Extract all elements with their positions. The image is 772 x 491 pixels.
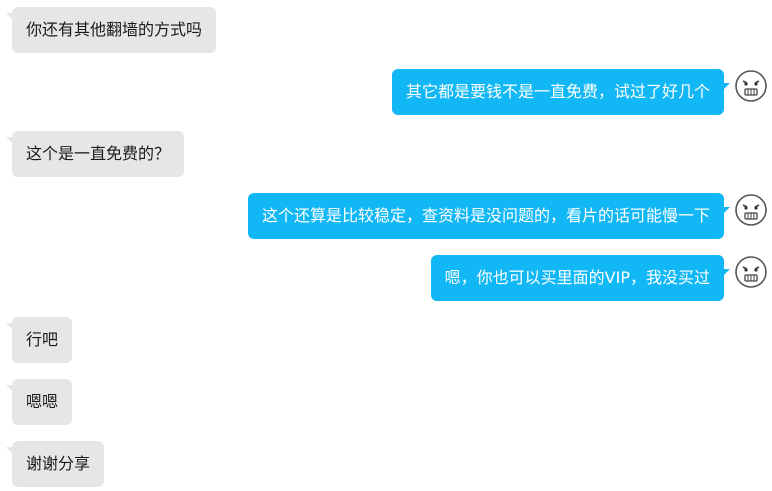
message-outgoing: 这个还算是比较稳定，查资料是没问题的，看片的话可能慢一下 bbox=[0, 193, 772, 239]
grimace-face-icon[interactable] bbox=[734, 255, 768, 289]
message-incoming: 你还有其他翻墙的方式吗 bbox=[0, 7, 772, 53]
message-bubble[interactable]: 这个是一直免费的？ bbox=[5, 131, 185, 177]
message-bubble[interactable]: 嗯嗯 bbox=[5, 379, 73, 425]
message-incoming: 行吧 bbox=[0, 317, 772, 363]
grimace-face-icon[interactable] bbox=[734, 193, 768, 227]
message-bubble[interactable]: 谢谢分享 bbox=[5, 441, 105, 487]
message-incoming: 谢谢分享 bbox=[0, 441, 772, 487]
grimace-face-icon[interactable] bbox=[734, 69, 768, 103]
message-bubble[interactable]: 你还有其他翻墙的方式吗 bbox=[5, 7, 217, 53]
message-bubble[interactable]: 嗯，你也可以买里面的VIP，我没买过 bbox=[430, 255, 731, 301]
message-outgoing: 嗯，你也可以买里面的VIP，我没买过 bbox=[0, 255, 772, 301]
message-incoming: 嗯嗯 bbox=[0, 379, 772, 425]
message-bubble[interactable]: 其它都是要钱不是一直免费，试过了好几个 bbox=[391, 69, 731, 115]
message-bubble[interactable]: 行吧 bbox=[5, 317, 73, 363]
message-bubble[interactable]: 这个还算是比较稳定，查资料是没问题的，看片的话可能慢一下 bbox=[247, 193, 731, 239]
message-outgoing: 其它都是要钱不是一直免费，试过了好几个 bbox=[0, 69, 772, 115]
chat-thread: 你还有其他翻墙的方式吗 其它都是要钱不是一直免费，试过了好几个 这个是一直免费的… bbox=[0, 0, 772, 491]
message-incoming: 这个是一直免费的？ bbox=[0, 131, 772, 177]
